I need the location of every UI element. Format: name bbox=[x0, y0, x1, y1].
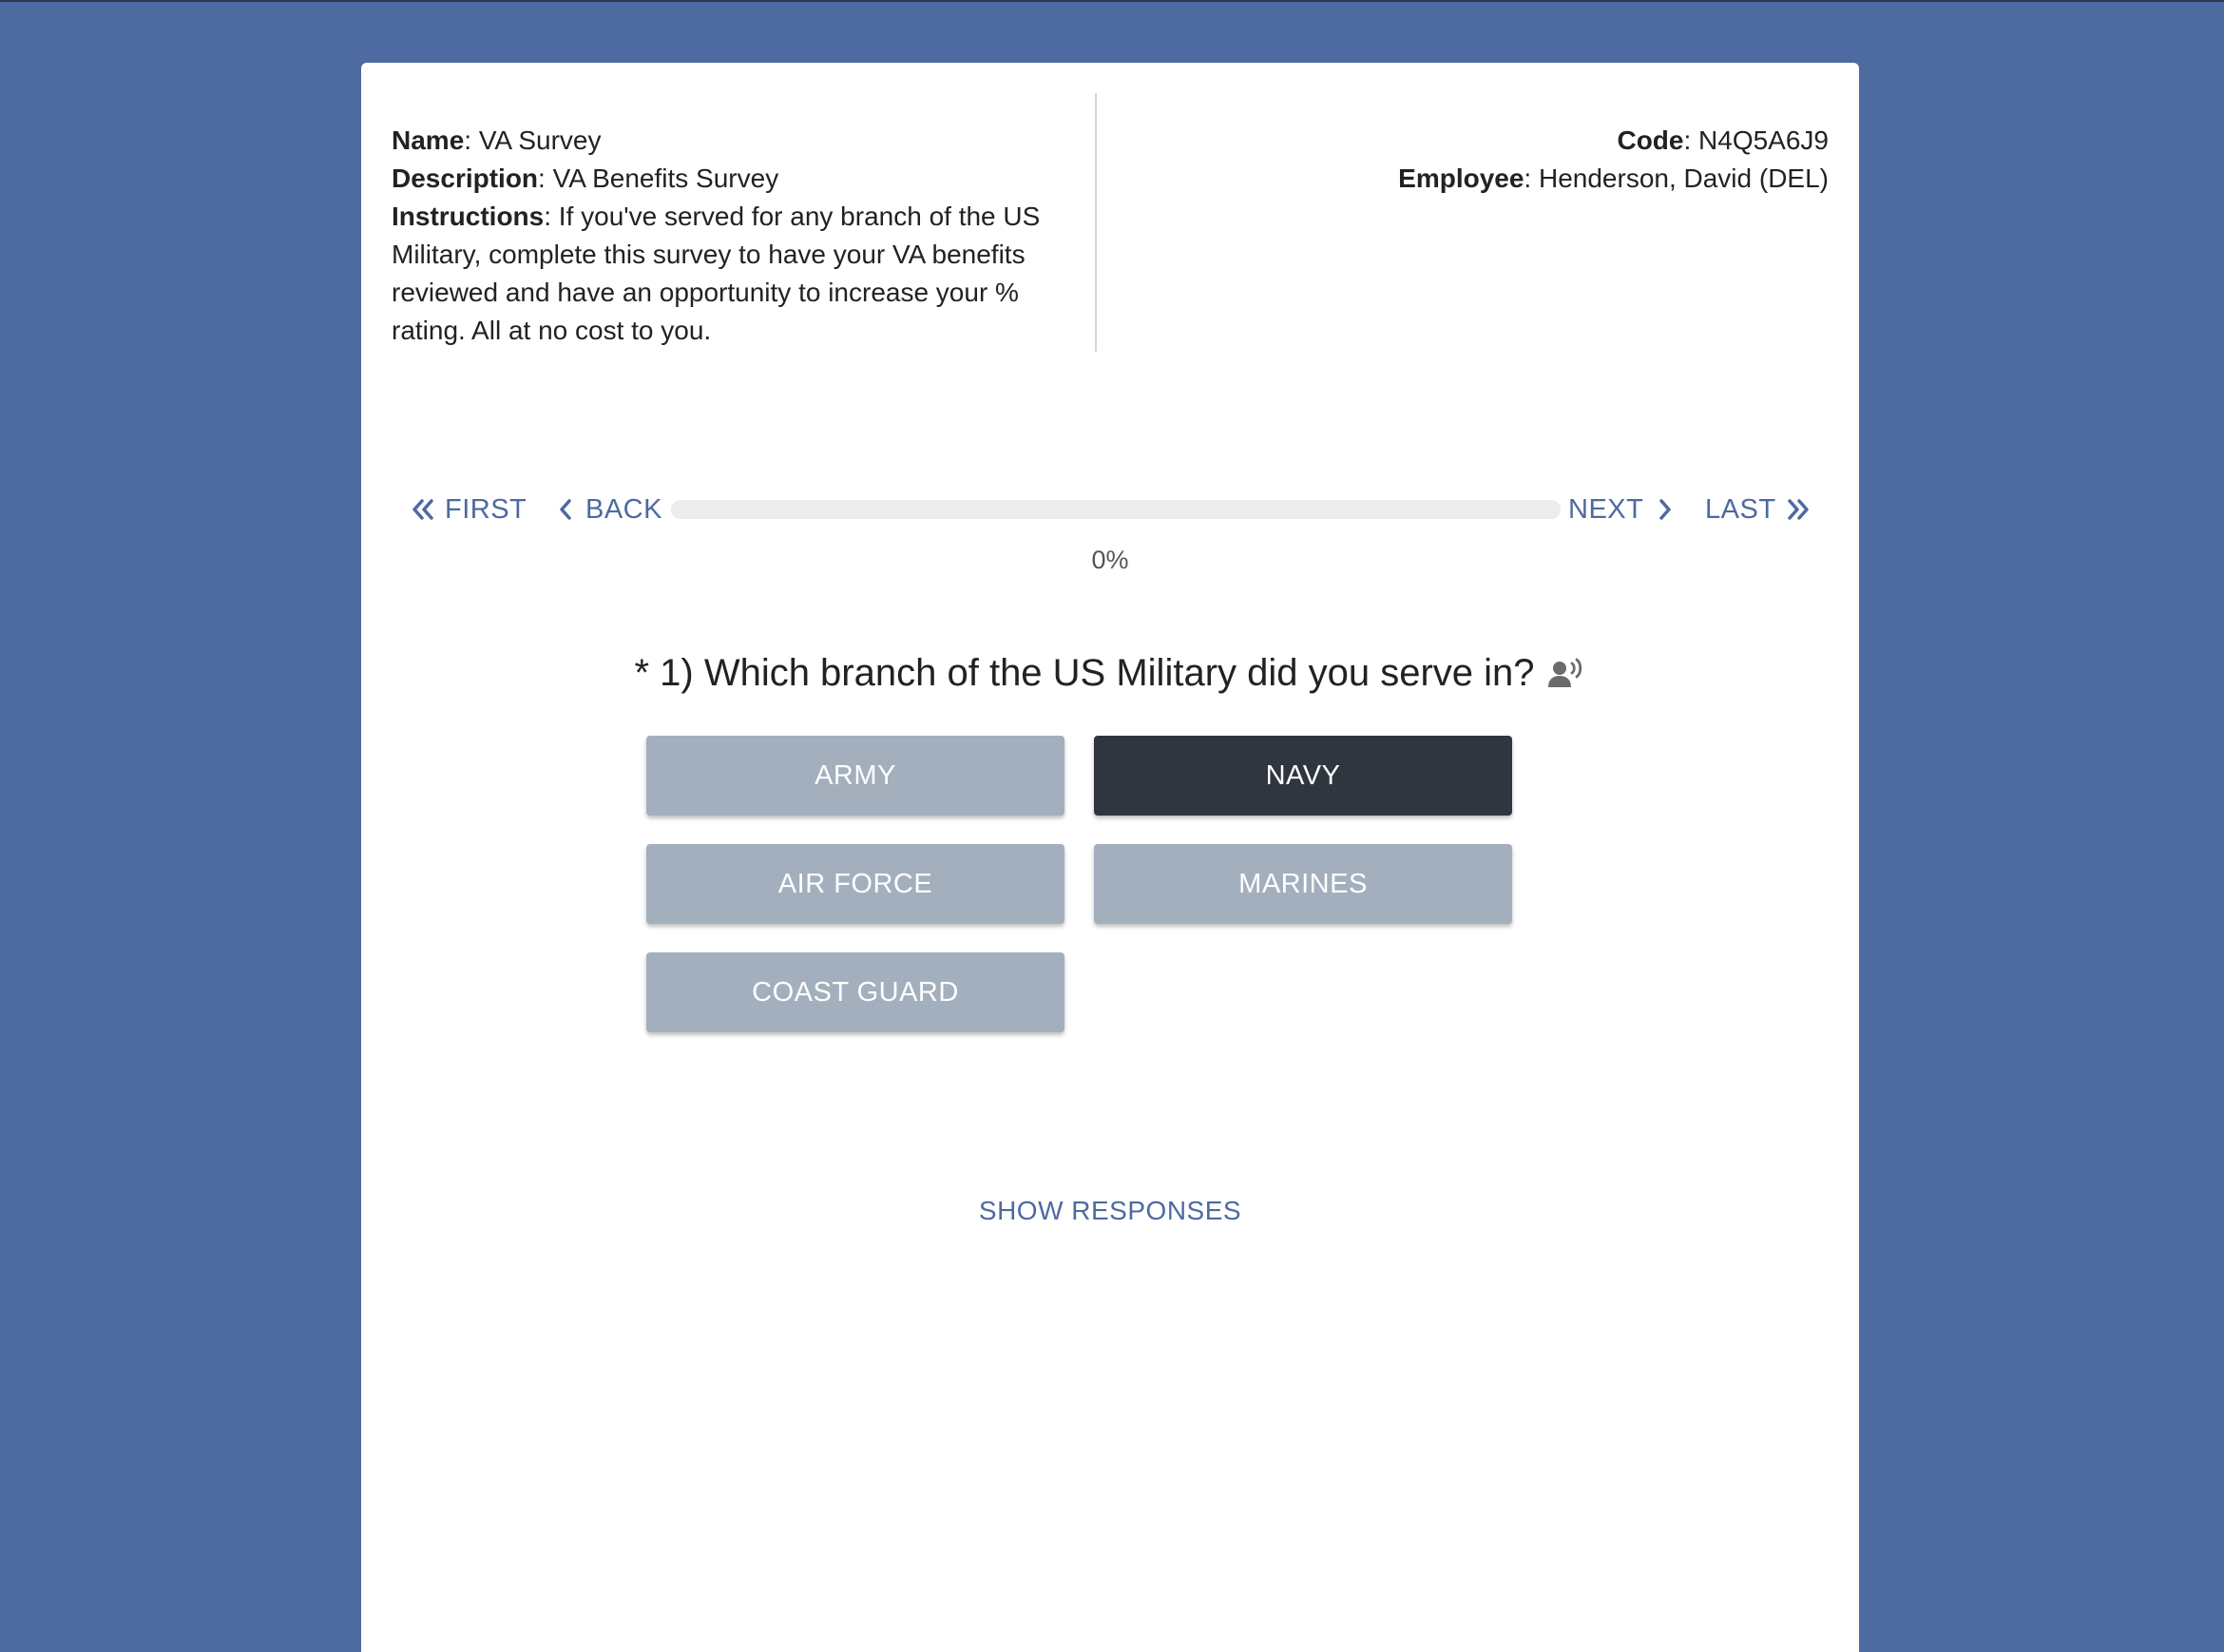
back-button[interactable]: BACK bbox=[555, 481, 662, 538]
survey-employee: Employee: Henderson, David (DEL) bbox=[1144, 160, 1829, 198]
description-value: : VA Benefits Survey bbox=[538, 163, 779, 193]
survey-card: Name: VA Survey Description: VA Benefits… bbox=[361, 63, 1859, 1652]
name-label: Name bbox=[392, 125, 465, 155]
question-title: * 1) Which branch of the US Military did… bbox=[361, 652, 1859, 695]
last-label: LAST bbox=[1705, 493, 1776, 525]
speaker-person-icon[interactable] bbox=[1546, 655, 1586, 693]
survey-instructions: Instructions: If you've served for any b… bbox=[392, 198, 1076, 350]
survey-name: Name: VA Survey bbox=[392, 122, 1076, 160]
info-divider bbox=[1095, 93, 1097, 352]
first-label: FIRST bbox=[445, 493, 527, 525]
option-army-button[interactable]: ARMY bbox=[646, 736, 1064, 816]
next-label: NEXT bbox=[1568, 493, 1644, 525]
option-coast-guard-button[interactable]: COAST GUARD bbox=[646, 952, 1064, 1032]
top-border bbox=[0, 0, 2224, 2]
progress-bar bbox=[671, 500, 1561, 519]
question-navigation: FIRST BACK NEXT LAST bbox=[361, 481, 1859, 538]
chevron-right-icon bbox=[1655, 495, 1676, 524]
code-value: : N4Q5A6J9 bbox=[1683, 125, 1829, 155]
question-text: * 1) Which branch of the US Military did… bbox=[634, 652, 1535, 694]
option-marines-button[interactable]: MARINES bbox=[1094, 844, 1512, 924]
code-label: Code bbox=[1617, 125, 1684, 155]
description-label: Description bbox=[392, 163, 539, 193]
survey-meta: Code: N4Q5A6J9 Employee: Henderson, Davi… bbox=[1144, 122, 1829, 198]
employee-value: : Henderson, David (DEL) bbox=[1524, 163, 1829, 193]
survey-description: Description: VA Benefits Survey bbox=[392, 160, 1076, 198]
show-responses-row: SHOW RESPONSES bbox=[361, 1196, 1859, 1226]
show-responses-button[interactable]: SHOW RESPONSES bbox=[979, 1196, 1241, 1225]
option-navy-button[interactable]: NAVY bbox=[1094, 736, 1512, 816]
last-button[interactable]: LAST bbox=[1705, 481, 1812, 538]
survey-code: Code: N4Q5A6J9 bbox=[1144, 122, 1829, 160]
double-chevron-right-icon bbox=[1784, 495, 1812, 524]
survey-info: Name: VA Survey Description: VA Benefits… bbox=[392, 122, 1076, 350]
option-air-force-button[interactable]: AIR FORCE bbox=[646, 844, 1064, 924]
double-chevron-left-icon bbox=[409, 495, 437, 524]
next-button[interactable]: NEXT bbox=[1568, 481, 1676, 538]
instructions-label: Instructions bbox=[392, 202, 545, 231]
name-value: : VA Survey bbox=[464, 125, 602, 155]
progress-percent: 0% bbox=[1091, 546, 1129, 574]
chevron-left-icon bbox=[555, 495, 576, 524]
first-button[interactable]: FIRST bbox=[409, 481, 527, 538]
employee-label: Employee bbox=[1398, 163, 1524, 193]
back-label: BACK bbox=[585, 493, 662, 525]
